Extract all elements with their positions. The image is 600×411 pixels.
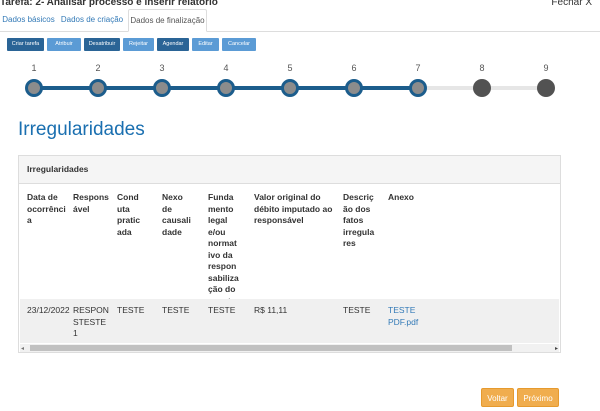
step-number: 5 [287,63,293,73]
cell-conduta: TESTE [117,305,145,315]
rejeitar-button[interactable]: Rejeitar [123,38,154,51]
scroll-left-icon[interactable]: ◂ [21,345,24,352]
column-header-conduta: Conduta praticada [117,192,141,237]
column-header-anexo: Anexo [388,192,414,202]
cell-data: 23/12/2022 [27,305,70,315]
step-dot[interactable] [345,79,363,97]
tab-dados-criacao[interactable]: Dados de criação [57,9,127,31]
step-number: 3 [159,63,165,73]
attachment-link[interactable]: TESTE PDF.pdf [388,305,428,328]
column-header-descricao: Descrição dos fatos irregulares [343,192,375,248]
column-header-valor: Valor original do débito imputado ao res… [254,192,333,225]
cell-descricao: TESTE [343,305,371,315]
step-dot[interactable] [473,79,491,97]
scroll-right-icon[interactable]: ▸ [555,345,558,352]
step-dot[interactable] [217,79,235,97]
close-button[interactable]: Fechar X [551,0,592,8]
tab-dados-finalizacao[interactable]: Dados de finalização [128,9,207,32]
step-dot[interactable] [89,79,107,97]
step-number: 7 [415,63,421,73]
panel-header: Irregularidades [19,156,560,184]
column-header-nexo: Nexo de causalidade [162,192,191,237]
step-number: 1 [31,63,37,73]
step-number: 8 [479,63,485,73]
step-dot[interactable] [25,79,43,97]
step-dot[interactable] [153,79,171,97]
column-header-data: Data de ocorrência [27,192,66,225]
step-dot[interactable] [281,79,299,97]
step-number: 9 [543,63,549,73]
criar-tarefa-button[interactable]: Criar tarefa [7,38,44,51]
desatribuir-button[interactable]: Desatribuir [84,38,120,51]
column-header-responsavel: Responsável [73,192,109,214]
section-title: Irregularidades [18,119,145,140]
cell-fundamento: TESTE [208,305,236,315]
progress-stepper: 1 2 3 4 5 6 7 8 9 [0,60,600,100]
next-button[interactable]: Próximo [517,388,559,407]
editar-button[interactable]: Editar [192,38,219,51]
step-dot[interactable] [409,79,427,97]
title-bar: Tarefa: 2- Analisar processo e inserir r… [0,0,600,9]
step-number: 6 [351,63,357,73]
irregularidades-panel: Irregularidades Data de ocorrência Respo… [18,155,561,353]
task-title: Tarefa: 2- Analisar processo e inserir r… [0,0,218,8]
cell-responsavel: RESPONSTESTE 1 [73,305,109,338]
step-number: 4 [223,63,229,73]
atribuir-button[interactable]: Atribuir [47,38,81,51]
cell-nexo: TESTE [162,305,190,315]
cell-valor: R$ 11,11 [254,305,288,315]
step-number: 2 [95,63,101,73]
back-button[interactable]: Voltar [481,388,514,407]
step-dot[interactable] [537,79,555,97]
cancelar-button[interactable]: Cancelar [222,38,256,51]
horizontal-scrollbar[interactable]: ◂ ▸ [20,344,559,352]
scrollbar-thumb[interactable] [30,345,512,351]
tab-dados-basicos[interactable]: Dados básicos [0,9,57,31]
panel-title: Irregularidades [27,164,89,174]
column-header-fundamento: Fundamento legal e/ou normativo da respo… [208,192,239,306]
tab-bar: Dados básicos Dados de criação Dados de … [0,9,600,32]
agendar-button[interactable]: Agendar [157,38,189,51]
